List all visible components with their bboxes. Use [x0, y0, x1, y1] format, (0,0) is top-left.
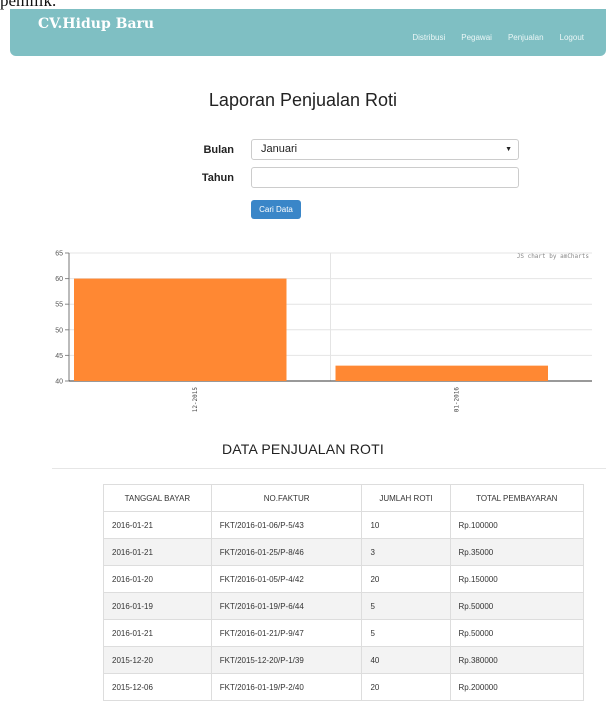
table-row: 2016-01-21 FKT/2016-01-06/P-5/43 10 Rp.1…	[103, 511, 585, 539]
cell-faktur: FKT/2016-01-05/P-4/42	[210, 565, 363, 593]
cell-tanggal: 2016-01-21	[103, 538, 212, 566]
chevron-down-icon: ▼	[505, 146, 512, 153]
cell-total: Rp.50000	[449, 592, 585, 620]
chart-bar	[74, 278, 287, 381]
cell-tanggal: 2015-12-06	[103, 673, 212, 701]
chart-svg: 40 45 50 55 60 65 12-2015 01-2016 JS chart by am…	[55, 251, 592, 413]
cell-total: Rp.100000	[449, 511, 585, 539]
chart-credit: JS chart by amCharts	[517, 253, 590, 260]
cell-tanggal: 2016-01-21	[103, 511, 212, 539]
cell-faktur: FKT/2016-01-19/P-6/44	[210, 592, 363, 620]
tahun-label: Tahun	[201, 172, 234, 184]
header-jumlah-roti: JUMLAH ROTI	[361, 484, 451, 512]
bulan-select-value: Januari	[261, 143, 298, 155]
page-title: Laporan Penjualan Roti	[208, 90, 398, 110]
cell-faktur: FKT/2016-01-19/P-2/40	[210, 673, 363, 701]
sales-chart: 40 45 50 55 60 65 12-2015 01-2016 JS chart by am…	[0, 240, 606, 430]
cell-faktur: FKT/2016-01-21/P-9/47	[210, 619, 363, 647]
navbar: CV.Hidup Baru Distribusi Pegawai Penjual…	[10, 9, 606, 56]
cell-jumlah: 3	[361, 538, 451, 566]
chart-x-tick-label: 01-2016	[453, 387, 460, 413]
table-row: 2015-12-06 FKT/2016-01-19/P-2/40 20 Rp.2…	[103, 673, 585, 701]
cell-tanggal: 2016-01-19	[103, 592, 212, 620]
tahun-input[interactable]	[251, 167, 519, 188]
cell-total: Rp.35000	[449, 538, 585, 566]
table-header-row: TANGGAL BAYAR NO.FAKTUR JUMLAH ROTI TOTA…	[103, 484, 585, 512]
cell-faktur: FKT/2016-01-06/P-5/43	[210, 511, 363, 539]
cell-total: Rp.200000	[449, 673, 585, 701]
cell-jumlah: 5	[361, 592, 451, 620]
cell-jumlah: 5	[361, 619, 451, 647]
chart-y-tick-label: 55	[55, 302, 63, 309]
header-no-faktur: NO.FAKTUR	[210, 484, 363, 512]
chart-x-tick-label: 12-2015	[192, 387, 199, 413]
section-title: DATA PENJUALAN ROTI	[222, 441, 384, 457]
chart-y-tick-label: 65	[55, 251, 63, 258]
table-row: 2015-12-20 FKT/2015-12-20/P-1/39 40 Rp.3…	[103, 646, 585, 674]
cell-jumlah: 20	[361, 565, 451, 593]
bulan-select[interactable]: Januari ▼	[251, 139, 519, 160]
table-row: 2016-01-21 FKT/2016-01-25/P-8/46 3 Rp.35…	[103, 538, 585, 566]
sales-table: TANGGAL BAYAR NO.FAKTUR JUMLAH ROTI TOTA…	[103, 484, 585, 701]
table-row: 2016-01-20 FKT/2016-01-05/P-4/42 20 Rp.1…	[103, 565, 585, 593]
cell-tanggal: 2016-01-21	[103, 619, 212, 647]
cari-data-button[interactable]: Cari Data	[251, 200, 301, 219]
chart-y-tick-label: 45	[55, 353, 63, 360]
nav-item-pegawai[interactable]: Pegawai	[461, 33, 492, 42]
cell-jumlah: 10	[361, 511, 451, 539]
chart-bar	[335, 365, 548, 381]
nav-item-distribusi[interactable]: Distribusi	[412, 33, 445, 42]
cell-total: Rp.50000	[449, 619, 585, 647]
cell-tanggal: 2016-01-20	[103, 565, 212, 593]
header-tanggal-bayar: TANGGAL BAYAR	[103, 484, 212, 512]
nav-menu: Distribusi Pegawai Penjualan Logout	[412, 33, 606, 42]
chart-y-tick-label: 60	[55, 276, 63, 283]
chart-y-tick-label: 50	[55, 327, 63, 334]
table-row: 2016-01-19 FKT/2016-01-19/P-6/44 5 Rp.50…	[103, 592, 585, 620]
nav-item-logout[interactable]: Logout	[560, 33, 584, 42]
cell-jumlah: 40	[361, 646, 451, 674]
cell-total: Rp.380000	[449, 646, 585, 674]
chart-y-tick-label: 40	[55, 379, 63, 386]
cell-total: Rp.150000	[449, 565, 585, 593]
brand-logo[interactable]: CV.Hidup Baru	[38, 16, 154, 32]
cell-jumlah: 20	[361, 673, 451, 701]
divider	[52, 468, 606, 469]
bulan-label: Bulan	[203, 144, 234, 156]
cell-tanggal: 2015-12-20	[103, 646, 212, 674]
cell-faktur: FKT/2015-12-20/P-1/39	[210, 646, 363, 674]
cell-faktur: FKT/2016-01-25/P-8/46	[210, 538, 363, 566]
cropped-top-text: pemilik.	[0, 0, 57, 10]
header-total-pembayaran: TOTAL PEMBAYARAN	[449, 484, 585, 512]
table-row: 2016-01-21 FKT/2016-01-21/P-9/47 5 Rp.50…	[103, 619, 585, 647]
nav-item-penjualan[interactable]: Penjualan	[508, 33, 544, 42]
